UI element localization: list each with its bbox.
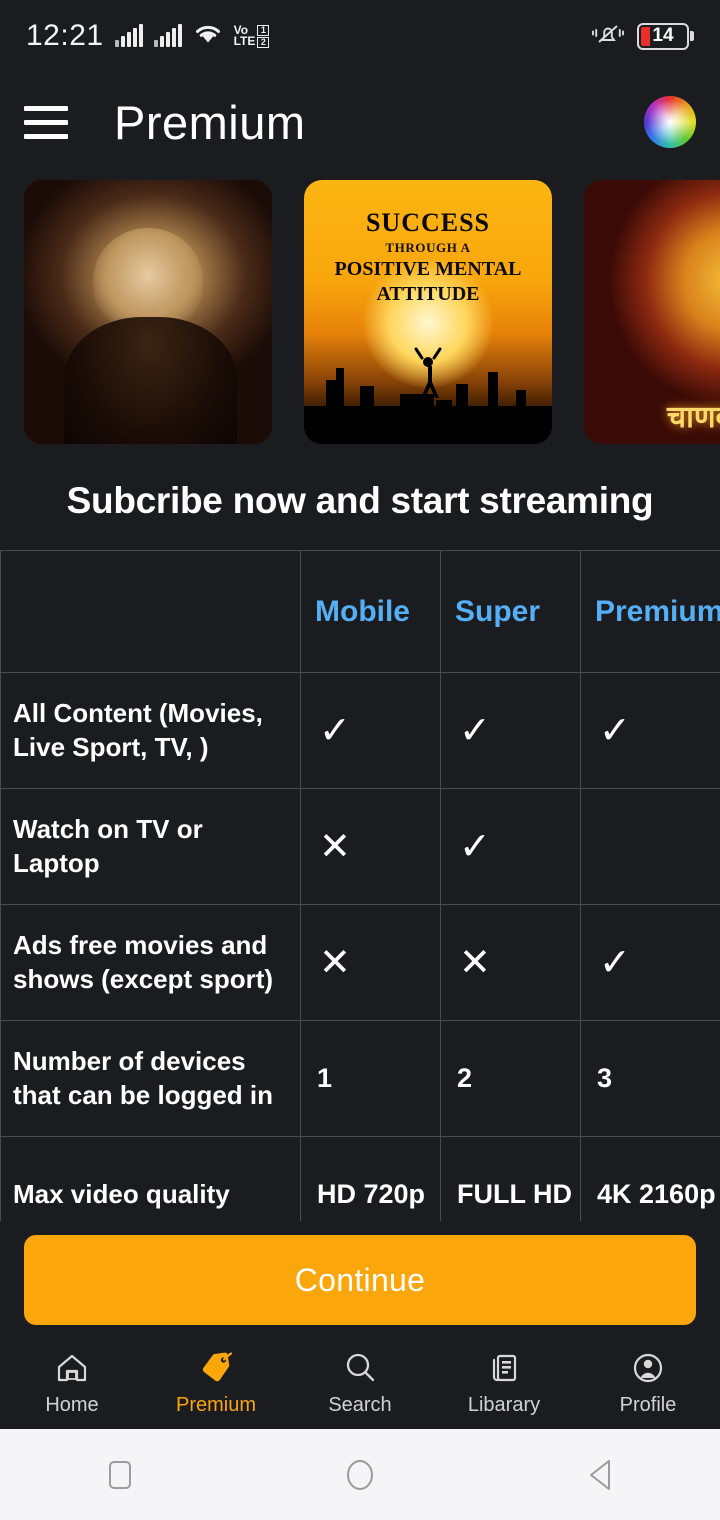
wifi-icon — [193, 23, 223, 50]
sim2-indicator: 2 — [257, 36, 270, 48]
page-title: Premium — [114, 95, 306, 149]
header-mobile: Mobile — [300, 550, 441, 673]
sim-indicators: 1 2 — [257, 24, 270, 48]
volte-label-bottom: LTE — [233, 34, 256, 48]
header-blank — [0, 550, 301, 673]
sim1-indicator: 1 — [257, 24, 270, 36]
plan-name-super: Super — [455, 594, 541, 628]
nav-label-profile: Profile — [619, 1394, 677, 1416]
library-icon — [488, 1351, 520, 1385]
table-row: Number of devices that can be logged in … — [0, 1020, 720, 1137]
profile-icon — [631, 1351, 665, 1385]
back-triangle-icon[interactable] — [555, 1445, 645, 1505]
signal-bars-icon — [114, 24, 143, 47]
nav-item-home[interactable]: Home — [0, 1351, 144, 1417]
plan-name-premium: Premium — [595, 594, 720, 628]
pricing-table: Mobile Super Premium All Content (Movies… — [0, 550, 720, 1253]
cell-super: ✓ — [440, 672, 581, 789]
recents-square-icon[interactable] — [75, 1445, 165, 1505]
search-icon — [343, 1351, 377, 1385]
home-icon — [55, 1351, 89, 1385]
pricing-table-body: All Content (Movies, Live Sport, TV, ) ✓… — [0, 672, 720, 1253]
battery-percent: 14 — [652, 25, 674, 46]
nav-label-search: Search — [328, 1394, 392, 1416]
skyline-silhouette-icon — [304, 347, 552, 444]
status-bar-left: 12:21 Vo LTE 1 2 — [26, 19, 270, 53]
status-time: 12:21 — [26, 19, 104, 52]
cell-mobile: ✕ — [300, 788, 441, 905]
battery-icon: 14 — [637, 22, 694, 50]
continue-button[interactable]: Continue — [24, 1235, 696, 1325]
status-bar-right: 14 — [591, 20, 694, 53]
price-tag-icon — [198, 1351, 234, 1385]
success-title-line1: SUCCESS — [365, 208, 491, 237]
header-super: Super — [440, 550, 581, 673]
table-row: Watch on TV or Laptop ✕ ✓ — [0, 788, 720, 905]
section-title: Subcribe now and start streaming — [66, 480, 654, 521]
nav-label-premium: Premium — [175, 1394, 256, 1416]
carousel-card-success[interactable]: SUCCESS THROUGH A POSITIVE MENTAL ATTITU… — [304, 180, 552, 444]
bottom-navigation: Home Premium Search Libarary Profile — [0, 1339, 720, 1429]
nav-item-profile[interactable]: Profile — [576, 1351, 720, 1417]
phone-screen: 12:21 Vo LTE 1 2 14 Premium SUCCESS THRO… — [0, 0, 720, 1520]
cell-super: 2 — [440, 1020, 581, 1137]
status-bar: 12:21 Vo LTE 1 2 14 — [0, 0, 720, 72]
feature-label: Watch on TV or Laptop — [0, 788, 301, 905]
cell-premium: 3 — [580, 1020, 720, 1137]
cta-container: Continue — [0, 1221, 720, 1339]
success-title-line3: POSITIVE MENTAL — [334, 258, 522, 280]
cell-mobile: 1 — [300, 1020, 441, 1137]
pricing-table-head: Mobile Super Premium — [0, 550, 720, 673]
chanakya-caption: चाणक्य — [667, 401, 720, 434]
home-circle-icon[interactable] — [315, 1445, 405, 1505]
cell-premium: ✓ — [580, 672, 720, 789]
table-row: All Content (Movies, Live Sport, TV, ) ✓… — [0, 672, 720, 789]
table-header-row: Mobile Super Premium — [0, 550, 720, 673]
success-title-line2: THROUGH A — [385, 240, 471, 255]
signal-bars-icon-2 — [153, 24, 182, 47]
nav-label-home: Home — [45, 1394, 99, 1416]
carousel-card-chanakya[interactable]: चाणक्य — [584, 180, 720, 444]
header-premium: Premium — [580, 550, 720, 673]
cell-premium: ✓ — [580, 904, 720, 1021]
nav-item-library[interactable]: Libarary — [432, 1351, 576, 1417]
system-navigation-bar — [0, 1429, 720, 1520]
nav-label-library: Libarary — [467, 1394, 541, 1416]
cell-super: ✓ — [440, 788, 581, 905]
volte-icon: Vo LTE 1 2 — [233, 24, 270, 48]
carousel-card-portrait[interactable] — [24, 180, 272, 444]
cell-super: ✕ — [440, 904, 581, 1021]
success-title-line4: ATTITUDE — [376, 282, 480, 305]
featured-carousel[interactable]: SUCCESS THROUGH A POSITIVE MENTAL ATTITU… — [0, 172, 720, 452]
nav-item-premium[interactable]: Premium — [144, 1351, 288, 1417]
feature-label: Number of devices that can be logged in — [0, 1020, 301, 1137]
cell-mobile: ✓ — [300, 672, 441, 789]
feature-label: All Content (Movies, Live Sport, TV, ) — [0, 672, 301, 789]
vibrate-icon — [591, 20, 625, 53]
color-wheel-icon[interactable] — [644, 96, 696, 148]
feature-label: Ads free movies and shows (except sport) — [0, 904, 301, 1021]
nav-item-search[interactable]: Search — [288, 1351, 432, 1417]
hamburger-menu-icon[interactable] — [24, 105, 68, 139]
table-row: Ads free movies and shows (except sport)… — [0, 904, 720, 1021]
plan-name-mobile: Mobile — [315, 594, 410, 628]
cell-mobile: ✕ — [300, 904, 441, 1021]
app-bar: Premium — [0, 72, 720, 172]
cell-premium — [580, 788, 720, 905]
